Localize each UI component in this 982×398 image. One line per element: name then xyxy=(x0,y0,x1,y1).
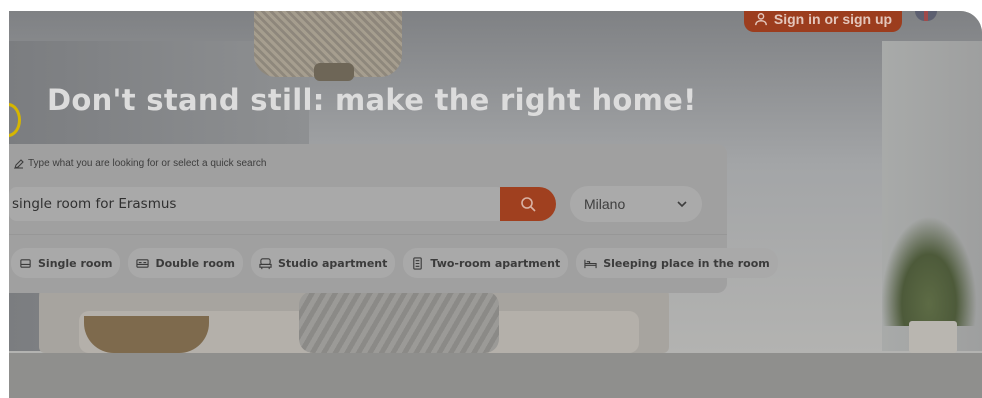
quick-search-studio-apartment[interactable]: Studio apartment xyxy=(250,248,396,278)
basket-image xyxy=(84,316,209,353)
search-hint: Type what you are looking for or select … xyxy=(14,158,266,169)
page-frame: Sign in or sign up Don't stand still: ma… xyxy=(9,11,982,398)
search-field xyxy=(9,187,514,221)
search-hint-text: Type what you are looking for or select … xyxy=(28,158,267,169)
chevron-down-icon xyxy=(677,201,687,208)
search-icon xyxy=(521,197,536,212)
plant-image xyxy=(881,216,977,326)
bed-icon xyxy=(584,259,597,268)
sofa-icon xyxy=(259,257,272,269)
quick-search-chips: Single room Double room Studio apartment… xyxy=(11,248,778,278)
quick-search-two-room-apartment[interactable]: Two-room apartment xyxy=(403,248,569,278)
search-button[interactable] xyxy=(500,187,556,221)
quick-search-single-room[interactable]: Single room xyxy=(11,248,121,278)
double-bed-icon xyxy=(136,258,150,268)
sign-in-button[interactable]: Sign in or sign up xyxy=(744,11,902,32)
quick-search-sleeping-place[interactable]: Sleeping place in the room xyxy=(576,248,778,278)
sign-in-label: Sign in or sign up xyxy=(773,11,893,27)
search-input[interactable] xyxy=(9,187,502,221)
city-select[interactable]: Milano xyxy=(570,186,702,222)
user-icon xyxy=(754,12,767,25)
pencil-icon xyxy=(14,158,24,169)
content-area xyxy=(9,353,982,398)
divider xyxy=(9,234,727,235)
hero-headline: Don't stand still: make the right home! xyxy=(47,83,697,117)
single-bed-icon xyxy=(20,258,31,268)
quick-search-double-room[interactable]: Double room xyxy=(128,248,243,278)
search-panel: Type what you are looking for or select … xyxy=(9,144,778,293)
building-icon xyxy=(413,256,423,270)
city-select-value: Milano xyxy=(584,196,626,212)
